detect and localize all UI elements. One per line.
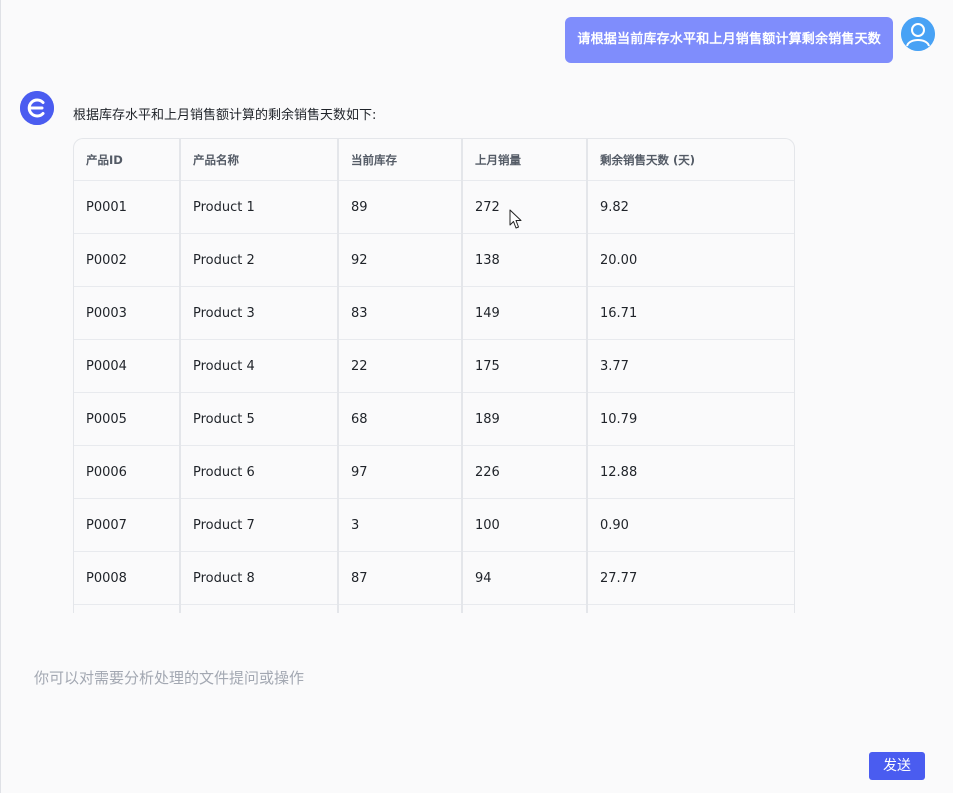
cell-remaining-days: 3.77 bbox=[587, 339, 794, 393]
cell-remaining-days: 12.88 bbox=[587, 445, 794, 499]
table-row: P0002 Product 2 92 138 20.00 bbox=[74, 233, 794, 287]
table-row: P0005 Product 5 68 189 10.79 bbox=[74, 392, 794, 446]
cell-product-name: Product 8 bbox=[180, 551, 339, 605]
cell-last-month-sales bbox=[462, 604, 588, 613]
cell-last-month-sales: 189 bbox=[462, 392, 588, 446]
cell-current-stock: 3 bbox=[338, 498, 463, 552]
bot-intro-text: 根据库存水平和上月销售额计算的剩余销售天数如下: bbox=[73, 108, 377, 123]
cell-product-name: Product 1 bbox=[180, 180, 339, 234]
cell-product-id: P0006 bbox=[74, 445, 181, 499]
cell-product-name bbox=[180, 604, 339, 613]
cell-remaining-days: 16.71 bbox=[587, 286, 794, 340]
cell-product-name: Product 5 bbox=[180, 392, 339, 446]
header-last-month-sales: 上月销量 bbox=[462, 139, 588, 181]
header-remaining-days: 剩余销售天数 (天) bbox=[587, 139, 794, 181]
user-message-row: 请根据当前库存水平和上月销售额计算剩余销售天数 bbox=[565, 17, 935, 63]
cell-current-stock bbox=[338, 604, 463, 613]
cell-current-stock: 97 bbox=[338, 445, 463, 499]
cell-remaining-days: 9.82 bbox=[587, 180, 794, 234]
cell-current-stock: 68 bbox=[338, 392, 463, 446]
table-row bbox=[74, 604, 794, 613]
cell-product-id: P0004 bbox=[74, 339, 181, 393]
header-current-stock: 当前库存 bbox=[338, 139, 463, 181]
table-row: P0004 Product 4 22 175 3.77 bbox=[74, 339, 794, 393]
cell-last-month-sales: 100 bbox=[462, 498, 588, 552]
table-row: P0006 Product 6 97 226 12.88 bbox=[74, 445, 794, 499]
table-header-row: 产品ID 产品名称 当前库存 上月销量 剩余销售天数 (天) bbox=[74, 139, 794, 181]
cell-current-stock: 89 bbox=[338, 180, 463, 234]
cell-product-id: P0007 bbox=[74, 498, 181, 552]
cell-remaining-days: 27.77 bbox=[587, 551, 794, 605]
table-row: P0007 Product 7 3 100 0.90 bbox=[74, 498, 794, 552]
cell-remaining-days: 20.00 bbox=[587, 233, 794, 287]
cell-last-month-sales: 226 bbox=[462, 445, 588, 499]
cell-current-stock: 87 bbox=[338, 551, 463, 605]
window-left-border bbox=[0, 0, 1, 793]
cell-remaining-days bbox=[587, 604, 794, 613]
cell-last-month-sales: 149 bbox=[462, 286, 588, 340]
cell-product-id: P0005 bbox=[74, 392, 181, 446]
results-table-container[interactable]: 产品ID 产品名称 当前库存 上月销量 剩余销售天数 (天) P0001 Pro… bbox=[73, 138, 795, 613]
cell-last-month-sales: 94 bbox=[462, 551, 588, 605]
cell-product-name: Product 3 bbox=[180, 286, 339, 340]
send-button[interactable]: 发送 bbox=[869, 752, 925, 780]
cell-remaining-days: 10.79 bbox=[587, 392, 794, 446]
user-avatar-icon bbox=[901, 17, 935, 51]
table-row: P0001 Product 1 89 272 9.82 bbox=[74, 180, 794, 234]
chat-input-placeholder[interactable]: 你可以对需要分析处理的文件提问或操作 bbox=[34, 667, 304, 688]
cell-current-stock: 92 bbox=[338, 233, 463, 287]
table-row: P0003 Product 3 83 149 16.71 bbox=[74, 286, 794, 340]
results-table: 产品ID 产品名称 当前库存 上月销量 剩余销售天数 (天) P0001 Pro… bbox=[74, 139, 794, 613]
header-product-id: 产品ID bbox=[74, 139, 181, 181]
table-row: P0008 Product 8 87 94 27.77 bbox=[74, 551, 794, 605]
cell-current-stock: 22 bbox=[338, 339, 463, 393]
cell-current-stock: 83 bbox=[338, 286, 463, 340]
cell-product-id: P0008 bbox=[74, 551, 181, 605]
cell-product-id: P0003 bbox=[74, 286, 181, 340]
cell-product-id bbox=[74, 604, 181, 613]
cell-product-id: P0002 bbox=[74, 233, 181, 287]
cell-last-month-sales: 138 bbox=[462, 233, 588, 287]
cell-remaining-days: 0.90 bbox=[587, 498, 794, 552]
cell-product-name: Product 4 bbox=[180, 339, 339, 393]
cell-last-month-sales: 272 bbox=[462, 180, 588, 234]
cell-product-name: Product 6 bbox=[180, 445, 339, 499]
cell-product-name: Product 7 bbox=[180, 498, 339, 552]
header-product-name: 产品名称 bbox=[180, 139, 339, 181]
user-message-bubble: 请根据当前库存水平和上月销售额计算剩余销售天数 bbox=[565, 17, 893, 63]
cell-last-month-sales: 175 bbox=[462, 339, 588, 393]
cell-product-id: P0001 bbox=[74, 180, 181, 234]
cell-product-name: Product 2 bbox=[180, 233, 339, 287]
mouse-cursor-icon bbox=[509, 209, 523, 234]
app-logo-icon bbox=[20, 91, 54, 125]
